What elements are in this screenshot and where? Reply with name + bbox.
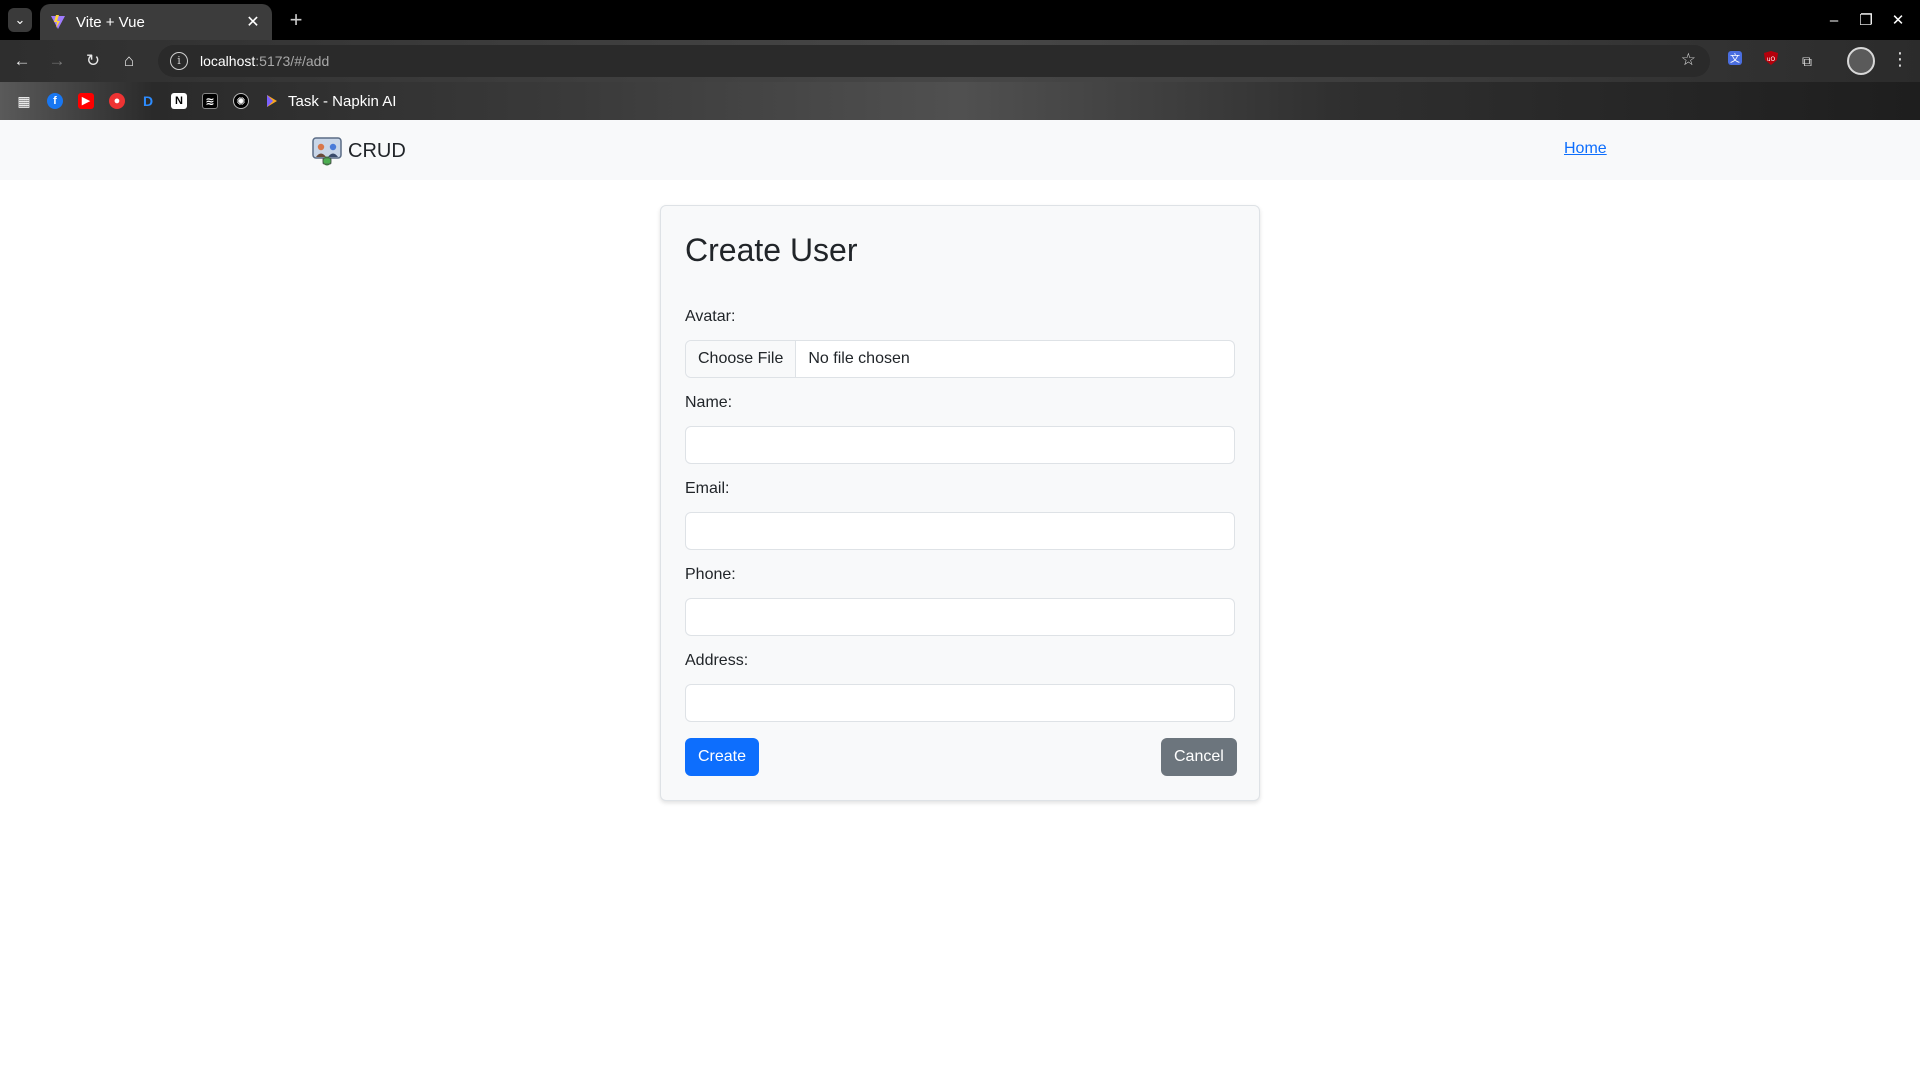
email-input[interactable]: [685, 512, 1235, 550]
cancel-button[interactable]: Cancel: [1161, 738, 1237, 776]
address-bar[interactable]: i localhost:5173/#/add ☆: [158, 45, 1710, 77]
bookmark-napkin-ai[interactable]: Task - Napkin AI: [264, 93, 396, 110]
bookmark-star-icon[interactable]: ☆: [1681, 50, 1696, 70]
avatar-file-input[interactable]: Choose File No file chosen: [685, 340, 1235, 378]
reload-icon[interactable]: ↻: [80, 48, 106, 74]
brand-text: CRUD: [348, 139, 406, 162]
name-label: Name:: [685, 394, 733, 411]
file-status-text: No file chosen: [808, 350, 910, 367]
page-viewport: CRUD Home Create User Avatar: Choose Fil…: [0, 120, 1920, 1080]
openai-icon[interactable]: ✺: [233, 93, 249, 109]
bookmark-dark-icon[interactable]: ≋: [202, 93, 218, 109]
choose-file-button[interactable]: Choose File: [686, 341, 797, 377]
site-info-icon[interactable]: i: [170, 52, 188, 70]
notion-icon[interactable]: N: [171, 93, 187, 109]
new-tab-button[interactable]: +: [282, 6, 310, 34]
tab-search-chevron-icon[interactable]: ⌄: [8, 8, 32, 32]
browser-menu-icon[interactable]: ⋮: [1890, 49, 1910, 70]
back-arrow-icon[interactable]: ←: [9, 48, 35, 74]
app-navbar: CRUD Home: [0, 120, 1920, 180]
translate-extension-icon[interactable]: 文: [1723, 49, 1747, 73]
svg-text:uO: uO: [1767, 56, 1776, 63]
extensions-puzzle-icon[interactable]: ⧉: [1795, 49, 1819, 73]
window-controls: – ❐ ✕: [1818, 0, 1914, 40]
minimize-icon[interactable]: –: [1818, 12, 1850, 29]
create-button[interactable]: Create: [685, 738, 760, 776]
bookmark-label: Task - Napkin AI: [288, 92, 397, 110]
tab-title: Vite + Vue: [76, 13, 145, 31]
facebook-icon[interactable]: f: [47, 93, 63, 109]
ublock-extension-icon[interactable]: uO: [1759, 49, 1783, 73]
url-host: localhost: [200, 53, 256, 69]
address-input[interactable]: [685, 684, 1235, 722]
avatar-label: Avatar:: [685, 308, 736, 325]
nav-home-link[interactable]: Home: [1564, 140, 1607, 158]
address-label: Address:: [685, 652, 749, 669]
bookmarks-bar: ▦ f ▶ ● D N ≋ ✺ Task - Napkin AI: [0, 82, 1920, 120]
svg-text:文: 文: [1730, 52, 1740, 65]
browser-tab-active[interactable]: Vite + Vue ✕: [40, 4, 272, 40]
browser-tab-bar: ⌄ Vite + Vue ✕ + – ❐ ✕: [0, 0, 1920, 40]
phone-input[interactable]: [685, 598, 1235, 636]
bookmark-d-icon[interactable]: D: [140, 93, 156, 109]
bookmark-red-icon[interactable]: ●: [109, 93, 125, 109]
profile-avatar[interactable]: [1847, 47, 1875, 75]
home-icon[interactable]: ⌂: [116, 48, 142, 74]
email-label: Email:: [685, 480, 730, 497]
napkin-ai-icon: [267, 95, 277, 107]
tab-close-icon[interactable]: ✕: [244, 12, 262, 32]
youtube-icon[interactable]: ▶: [78, 93, 94, 109]
phone-label: Phone:: [685, 566, 736, 583]
forward-arrow-icon[interactable]: →: [44, 48, 70, 74]
url-path: :5173/#/add: [255, 53, 330, 69]
create-user-card: Create User Avatar: Choose File No file …: [660, 205, 1260, 801]
page-title: Create User: [685, 232, 858, 268]
browser-toolbar: ← → ↻ ⌂ i localhost:5173/#/add ☆ 文 uO ⧉ …: [0, 40, 1920, 82]
name-input[interactable]: [685, 426, 1235, 464]
crud-logo-icon: [312, 137, 342, 166]
vite-favicon-icon: [51, 15, 65, 29]
navbar-brand[interactable]: CRUD: [312, 136, 406, 166]
maximize-icon[interactable]: ❐: [1850, 11, 1882, 29]
apps-grid-icon[interactable]: ▦: [16, 93, 32, 109]
window-close-icon[interactable]: ✕: [1882, 11, 1914, 29]
